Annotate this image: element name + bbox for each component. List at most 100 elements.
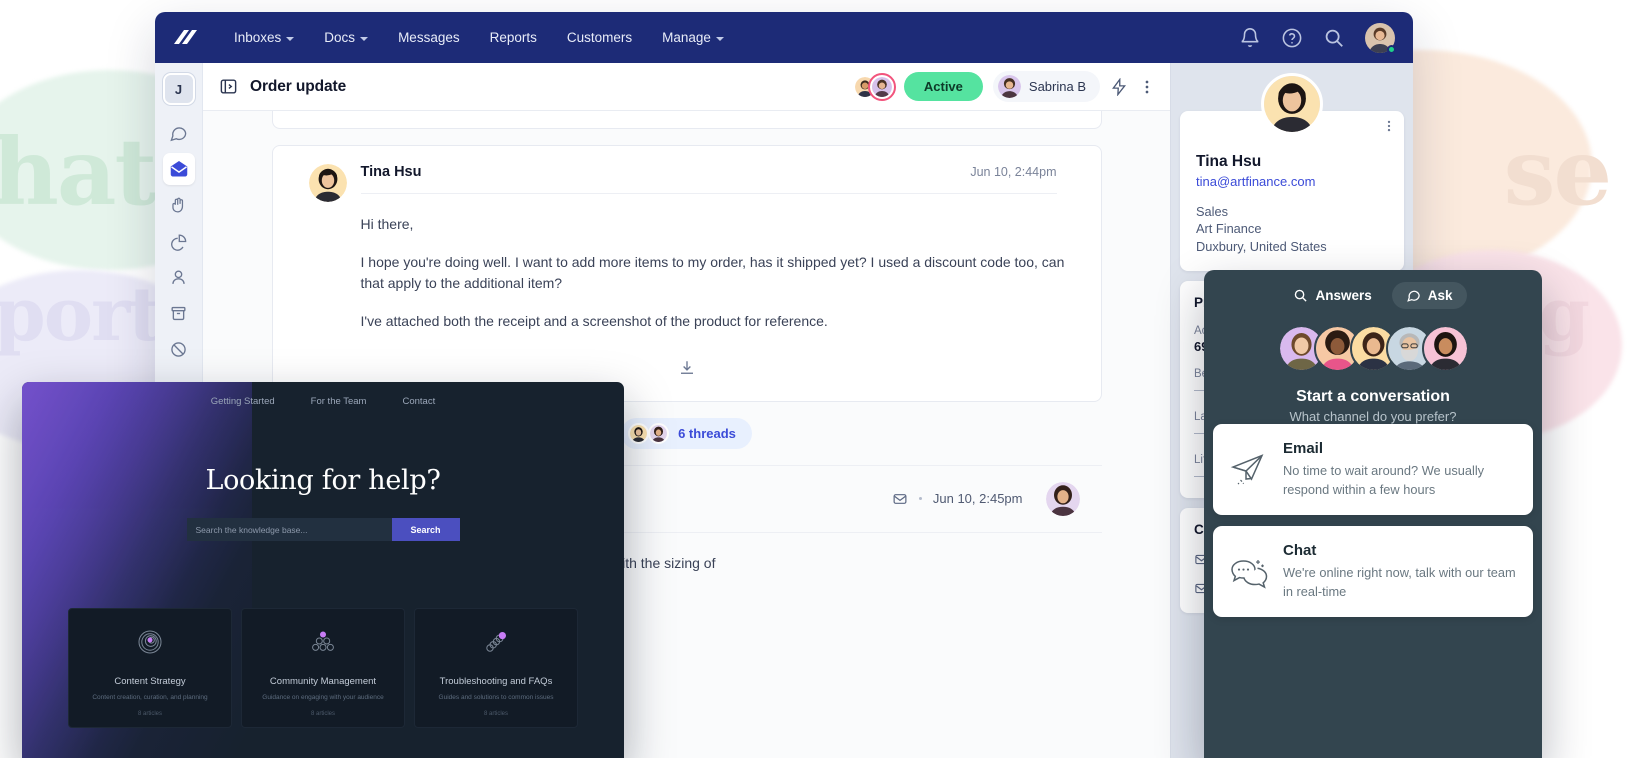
avatar-contact[interactable] [1261, 73, 1323, 135]
channel-option-chat-text: Chat We're online right now, talk with o… [1283, 542, 1517, 601]
hand-raised-icon [169, 196, 188, 215]
avatar-current-user[interactable] [1365, 23, 1395, 53]
category-name: Troubleshooting and FAQs [423, 676, 569, 687]
channel-option-email-text: Email No time to wait around? We usually… [1283, 440, 1517, 499]
agent-avatar-group [1204, 325, 1542, 372]
help-center-title: Looking for help? [22, 465, 624, 496]
message-header: Tina Hsu Jun 10, 2:44pm [273, 146, 1101, 194]
conversation-panel-icon[interactable] [219, 77, 238, 96]
conversation-header: Order update [203, 63, 1170, 111]
avatar-thread-2 [648, 423, 669, 444]
tab-answers[interactable]: Answers [1279, 282, 1385, 309]
message-meta-row: Tina Hsu Jun 10, 2:44pm [361, 164, 1057, 194]
sidebar-item-archive[interactable] [163, 297, 195, 329]
avatar-assignee [998, 75, 1021, 98]
nav-item-docs-label: Docs [324, 30, 355, 45]
message-timestamp: Jun 10, 2:44pm [970, 165, 1056, 179]
tab-ask-label: Ask [1428, 288, 1453, 303]
bell-icon[interactable] [1239, 27, 1261, 49]
category-name: Content Strategy [77, 676, 223, 687]
chat-widget-subheading: What channel do you prefer? [1204, 409, 1542, 424]
avatar-agent-5 [1422, 325, 1469, 372]
customers-person-icon [169, 268, 188, 287]
sidebar-item-inbox[interactable] [163, 153, 195, 185]
bg-word-g: g [1538, 272, 1588, 358]
sidebar-item-customers[interactable] [163, 261, 195, 293]
lightning-icon[interactable] [1110, 78, 1128, 96]
nav-item-docs[interactable]: Docs [309, 24, 383, 51]
chevron-down-icon [286, 37, 294, 41]
category-description: Guides and solutions to common issues [423, 693, 569, 703]
category-card-troubleshooting[interactable]: Troubleshooting and FAQs Guides and solu… [414, 608, 578, 728]
chevron-down-icon [716, 37, 724, 41]
search-icon [1293, 288, 1308, 303]
avatar-thread-1 [628, 423, 649, 444]
nav-item-manage-label: Manage [662, 30, 711, 45]
nav-item-manage[interactable]: Manage [647, 24, 739, 51]
rail-account-initial: J [175, 82, 182, 97]
archive-box-icon [169, 304, 188, 323]
contact-location: Duxbury, United States [1196, 238, 1388, 255]
nav-item-customers[interactable]: Customers [552, 24, 647, 51]
category-description: Content creation, curation, and planning [77, 693, 223, 703]
tab-ask[interactable]: Ask [1392, 282, 1467, 309]
email-open-icon[interactable] [892, 491, 908, 507]
avatar-message-author [309, 164, 347, 202]
watcher-avatars[interactable] [853, 75, 894, 99]
help-circle-icon[interactable] [1281, 27, 1303, 49]
message-header-inner: Tina Hsu Jun 10, 2:44pm [361, 164, 1079, 194]
message-author-name: Tina Hsu [361, 164, 422, 180]
nav-item-messages[interactable]: Messages [383, 24, 475, 51]
chat-widget-heading: Start a conversation [1204, 388, 1542, 406]
channel-option-chat-description: We're online right now, talk with our te… [1283, 564, 1517, 601]
nav-item-inboxes[interactable]: Inboxes [219, 24, 309, 51]
online-status-dot [1387, 45, 1396, 54]
channel-option-chat-title: Chat [1283, 542, 1517, 559]
top-navigation-bar: Inboxes Docs Messages Reports Customers … [155, 12, 1413, 63]
bg-word-port: port [0, 272, 160, 358]
help-nav-contact[interactable]: Contact [402, 396, 435, 407]
reply-timestamp: Jun 10, 2:45pm [933, 491, 1023, 506]
category-card-community-management[interactable]: Community Management Guidance on engagin… [241, 608, 405, 728]
spam-blocked-icon [169, 340, 188, 359]
nav-item-customers-label: Customers [567, 30, 632, 45]
sidebar-item-spam[interactable] [163, 333, 195, 365]
status-badge[interactable]: Active [904, 72, 983, 101]
previous-message-clipped [272, 111, 1102, 129]
sidebar-item-chats[interactable] [163, 117, 195, 149]
channel-option-email[interactable]: Email No time to wait around? We usually… [1213, 424, 1533, 515]
separator-dot [919, 497, 922, 500]
message-paragraph-1: Hi there, [361, 214, 1079, 236]
threads-pill[interactable]: 6 threads [621, 418, 752, 449]
chat-widget-tabs: Answers Ask [1204, 270, 1542, 309]
category-card-content-strategy[interactable]: Content Strategy Content creation, curat… [68, 608, 232, 728]
search-input[interactable] [187, 518, 392, 541]
nav-item-inboxes-label: Inboxes [234, 30, 281, 45]
kebab-menu-icon[interactable] [1138, 78, 1156, 96]
rail-account-avatar[interactable]: J [163, 73, 195, 105]
search-icon[interactable] [1323, 27, 1345, 49]
assignee-selector[interactable]: Sabrina B [993, 71, 1100, 102]
contact-email[interactable]: tina@artfinance.com [1196, 174, 1388, 189]
bg-word-se: se [1504, 118, 1610, 226]
category-article-count: 8 articles [423, 711, 569, 717]
message-paragraph-2: I hope you're doing well. I want to add … [361, 252, 1079, 295]
sidebar-item-pending[interactable] [163, 189, 195, 221]
help-nav-getting-started[interactable]: Getting Started [211, 396, 275, 407]
helpscout-logo-icon[interactable] [171, 26, 197, 50]
category-description: Guidance on engaging with your audience [250, 693, 396, 703]
kebab-menu-icon[interactable] [1382, 119, 1396, 133]
nav-links: Inboxes Docs Messages Reports Customers … [219, 24, 739, 51]
message-paragraph-3: I've attached both the receipt and a scr… [361, 311, 1079, 333]
download-icon[interactable] [678, 359, 696, 377]
help-center-categories: Content Strategy Content creation, curat… [22, 541, 624, 728]
help-nav-for-the-team[interactable]: For the Team [311, 396, 367, 407]
chat-widget-overlay: Answers Ask [1204, 270, 1542, 758]
nav-item-reports[interactable]: Reports [475, 24, 552, 51]
threads-count-label: 6 threads [678, 426, 736, 441]
search-button[interactable]: Search [392, 518, 460, 541]
sidebar-item-reports[interactable] [163, 225, 195, 257]
help-center-search-form: Search [22, 518, 624, 541]
contact-company: Art Finance [1196, 220, 1388, 237]
channel-option-chat[interactable]: Chat We're online right now, talk with o… [1213, 526, 1533, 617]
